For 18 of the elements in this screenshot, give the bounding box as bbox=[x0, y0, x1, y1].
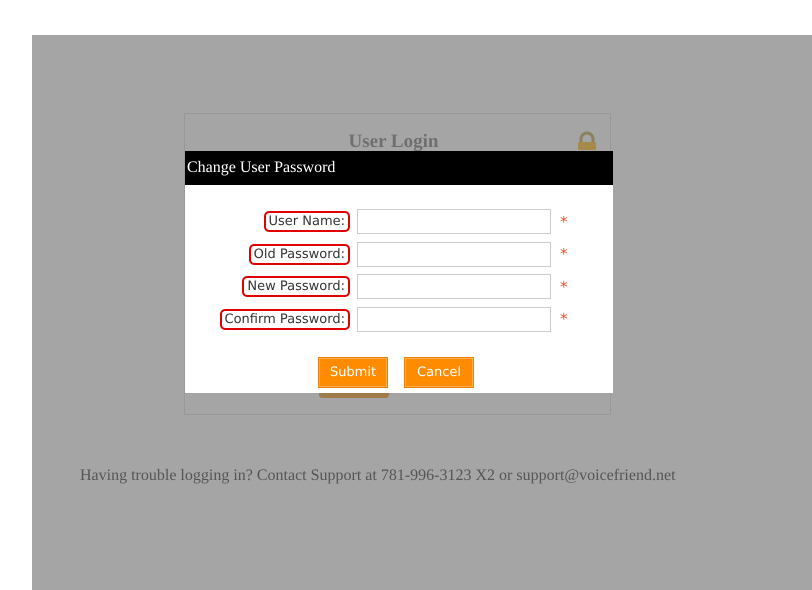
login-button[interactable] bbox=[319, 393, 389, 398]
field-label: Old Password: bbox=[248, 244, 350, 264]
submit-button[interactable]: Submit bbox=[319, 358, 387, 386]
cancel-button[interactable]: Cancel bbox=[405, 358, 473, 386]
input-field[interactable] bbox=[357, 306, 551, 332]
required-mark: * bbox=[559, 310, 568, 328]
dialog-title: Change User Password bbox=[185, 151, 613, 185]
field-label: Confirm Password: bbox=[220, 308, 350, 330]
required-mark: * bbox=[559, 212, 568, 230]
field-label: New Password: bbox=[242, 276, 350, 297]
input-field[interactable] bbox=[357, 209, 551, 234]
field-label: User Name: bbox=[264, 211, 350, 232]
required-mark: * bbox=[559, 245, 568, 263]
required-mark: * bbox=[559, 278, 568, 296]
input-field[interactable] bbox=[357, 242, 551, 266]
input-field[interactable] bbox=[357, 274, 551, 299]
lock-icon bbox=[576, 130, 598, 150]
support-text: Having trouble logging in? Contact Support at 781-996-3123 X2 or support@voicefriend.net bbox=[80, 467, 677, 485]
